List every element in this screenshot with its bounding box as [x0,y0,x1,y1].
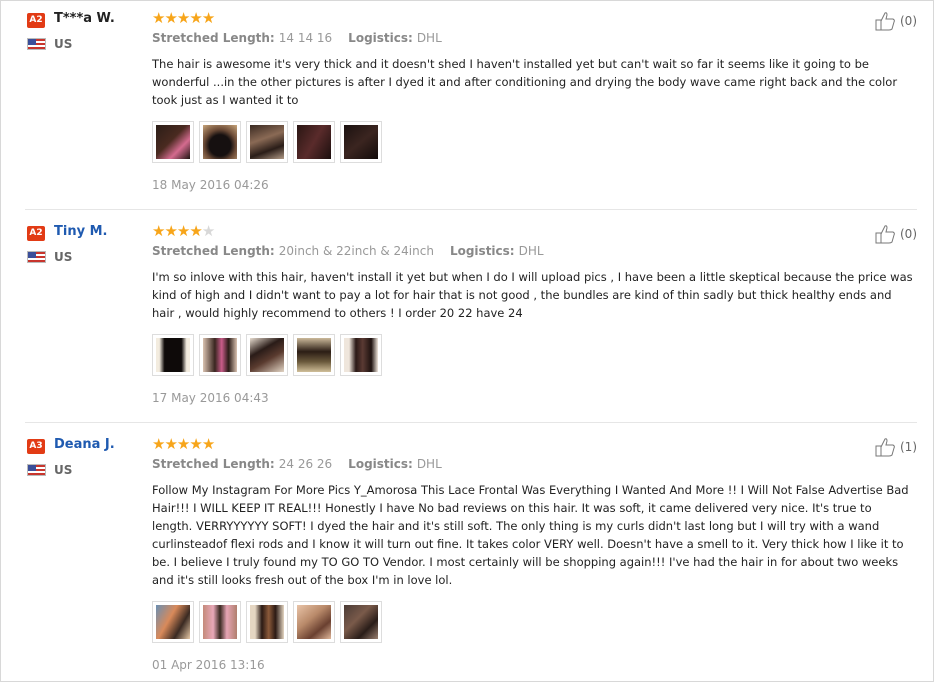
thumbs-up-icon[interactable] [875,11,897,31]
star-empty-icon: ★ [201,222,215,240]
helpful-count: (0) [900,227,917,241]
reviewer-name: T***a W. [54,11,115,26]
helpful-vote[interactable]: (0) [875,11,917,31]
review-photo[interactable] [340,334,382,376]
review-text: Follow My Instagram For More Pics Y_Amor… [152,483,909,587]
star-icon: ★ [189,9,202,27]
star-icon: ★ [189,222,202,240]
star-icon: ★ [152,435,165,453]
review-photo[interactable] [246,334,288,376]
level-badge: A2 [27,13,45,28]
review-photo[interactable] [199,334,241,376]
logistics-value: DHL [518,244,544,258]
star-icon: ★ [189,435,202,453]
order-meta: Stretched Length: 14 14 16 Logistics: DHL [152,31,458,45]
review-photo[interactable] [199,601,241,643]
reviewer-country: US [54,37,73,51]
star-icon: ★ [152,9,165,27]
star-icon: ★ [164,435,177,453]
review-date: 18 May 2016 04:26 [152,178,269,192]
helpful-vote[interactable]: (0) [875,224,917,244]
review-photo[interactable] [340,601,382,643]
reviews-panel: A2 T***a W. US ★★★★★ Stretched Length: 14… [0,0,934,682]
helpful-vote[interactable]: (1) [875,437,917,457]
logistics-label: Logistics: [449,244,515,258]
level-badge: A3 [27,439,45,454]
star-icon: ★ [152,222,165,240]
helpful-count: (1) [900,440,917,454]
star-icon: ★ [176,435,190,453]
length-label: Stretched Length: [152,31,275,45]
review-photo[interactable] [246,601,288,643]
reviewer-country: US [54,463,73,477]
logistics-label: Logistics: [348,31,413,45]
photo-gallery [152,601,382,643]
review-photo[interactable] [293,121,335,163]
length-value: 20inch & 22inch & 24inch [278,244,434,258]
review-photo[interactable] [293,601,335,643]
level-badge: A2 [27,226,45,241]
length-label: Stretched Length: [152,457,275,471]
order-meta: Stretched Length: 20inch & 22inch & 24inc… [152,244,560,258]
review-text: I'm so inlove with this hair, haven't in… [152,270,913,320]
thumbs-up-icon[interactable] [875,224,897,244]
review-photo[interactable] [152,601,194,643]
review-photo[interactable] [199,121,241,163]
star-icon: ★ [201,9,215,27]
review-photo[interactable] [340,121,382,163]
us-flag-icon [27,251,46,263]
photo-gallery [152,121,382,163]
star-rating: ★★★★★ [152,222,215,240]
us-flag-icon [27,38,46,50]
logistics-value: DHL [416,31,442,45]
review-photo[interactable] [293,334,335,376]
thumbs-up-icon[interactable] [875,437,897,457]
review-photo[interactable] [152,334,194,376]
reviewer-name[interactable]: Tiny M. [54,224,107,239]
star-icon: ★ [176,9,190,27]
review-photo[interactable] [152,121,194,163]
review-date: 17 May 2016 04:43 [152,391,269,405]
us-flag-icon [27,464,46,476]
reviewer-name[interactable]: Deana J. [54,437,115,452]
review-text: The hair is awesome it's very thick and … [152,57,898,107]
photo-gallery [152,334,382,376]
star-icon: ★ [164,222,177,240]
length-value: 24 26 26 [278,457,333,471]
review-item: A2 T***a W. US ★★★★★ Stretched Length: 14… [25,9,917,210]
helpful-count: (0) [900,14,917,28]
star-icon: ★ [164,9,177,27]
star-rating: ★★★★★ [152,435,215,453]
star-rating: ★★★★★ [152,9,215,27]
order-meta: Stretched Length: 24 26 26 Logistics: DHL [152,457,458,471]
review-item: A3 Deana J. US ★★★★★ Stretched Length: 24… [25,435,917,679]
logistics-value: DHL [416,457,442,471]
length-value: 14 14 16 [278,31,333,45]
review-photo[interactable] [246,121,288,163]
length-label: Stretched Length: [152,244,275,258]
star-icon: ★ [176,222,190,240]
star-icon: ★ [201,435,215,453]
review-item: A2 Tiny M. US ★★★★★ Stretched Length: 20i… [25,222,917,423]
review-date: 01 Apr 2016 13:16 [152,658,265,672]
logistics-label: Logistics: [348,457,413,471]
reviewer-country: US [54,250,73,264]
